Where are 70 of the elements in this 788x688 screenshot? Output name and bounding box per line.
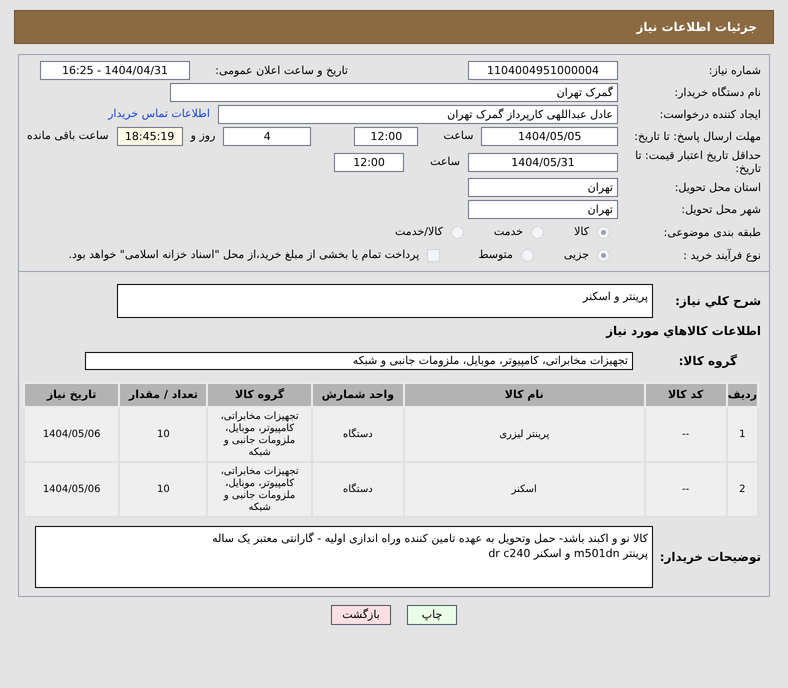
- radio-label: کالا: [574, 224, 589, 240]
- text-field[interactable]: 1404/05/31: [468, 152, 618, 172]
- text-field[interactable]: 4: [223, 127, 312, 146]
- table-cell: 10: [119, 462, 208, 517]
- radio-button[interactable]: [597, 226, 610, 238]
- field-label: استان محل تحویل:: [674, 181, 761, 194]
- radio-button[interactable]: [450, 226, 464, 238]
- radio-label: جزیی: [564, 246, 589, 263]
- field-label: گروه کالا:: [678, 353, 738, 370]
- radio-button[interactable]: [597, 248, 610, 262]
- column-header: تعداد / مقدار: [119, 383, 208, 407]
- text-area[interactable]: پرینتر و اسکنر: [117, 284, 653, 318]
- field-label: روز و: [190, 128, 216, 144]
- checkbox-label: پرداخت تمام یا بخشی از مبلغ خرید،از محل "اسناد خزانه اسلامی" خواهد بود.: [68, 246, 420, 263]
- checkbox[interactable]: [427, 248, 440, 262]
- table-cell: دستگاه: [312, 407, 404, 462]
- table-cell: دستگاه: [312, 462, 404, 517]
- print-button[interactable]: چاپ: [407, 605, 457, 625]
- text-field[interactable]: تهران: [468, 200, 618, 219]
- table-cell: تجهیزات مخابراتی، کامپیوتر، موبایل، ملزومات جانبی و شبکه: [207, 462, 312, 517]
- text-field[interactable]: 12:00: [354, 127, 418, 146]
- text-field[interactable]: 1404/05/05: [481, 127, 618, 146]
- radio-label: کالا/خدمت: [395, 224, 443, 240]
- back-button[interactable]: بازگشت: [331, 605, 391, 625]
- table-cell: اسکنر: [404, 462, 645, 517]
- table-cell: --: [644, 462, 727, 517]
- page-title: جزئیات اطلاعات نیاز: [636, 19, 757, 36]
- column-header: تاریخ نیاز: [24, 383, 120, 407]
- field-label: مهلت ارسال پاسخ: تا تاریخ:: [633, 130, 761, 143]
- field-label: شهر محل تحویل:: [680, 203, 761, 216]
- table-cell: 1: [726, 407, 758, 462]
- text-field[interactable]: 1104004951000004: [468, 61, 618, 80]
- radio-label: خدمت: [494, 224, 524, 240]
- field-label: توضیحات خریدار:: [661, 549, 761, 566]
- field-label: شماره نیاز:: [708, 64, 761, 77]
- text-field[interactable]: گمرک تهران: [170, 83, 618, 102]
- table-cell: 2: [726, 462, 758, 517]
- text-field[interactable]: تهران: [468, 178, 618, 197]
- table-cell: تجهیزات مخابراتی، کامپیوتر، موبایل، ملزومات جانبی و شبکه: [207, 407, 312, 462]
- text-field[interactable]: 12:00: [334, 152, 404, 172]
- text-area[interactable]: کالا نو و اکبند باشد- حمل وتحویل به عهده تامین کننده وراه اندازی اولیه - گارانتی معتبر یک ساله پرینتر m501dn و اسکنر dr c240: [35, 526, 653, 588]
- text-field[interactable]: عادل عبداللهی کارپرداز گمرک تهران: [218, 105, 618, 124]
- table-cell: --: [644, 407, 727, 462]
- column-header: نام کالا: [404, 383, 645, 407]
- field-label: ساعت: [430, 154, 460, 170]
- radio-label: متوسط: [478, 246, 513, 263]
- field-label: تاریخ و ساعت اعلان عمومی:: [214, 64, 348, 77]
- column-header: کد کالا: [644, 383, 727, 407]
- table-cell: 10: [119, 407, 208, 462]
- text-field[interactable]: تجهیزات مخابراتی، کامپیوتر، موبایل، ملزومات جانبی و شبکه: [85, 352, 633, 370]
- column-header: واحد شمارش: [312, 383, 404, 407]
- table-cell: پرینتر لیزری: [404, 407, 645, 462]
- field-label: طبقه بندی موضوعی:: [662, 226, 761, 238]
- text-field[interactable]: 1404/04/31 - 16:25: [40, 61, 190, 80]
- field-label: نام دستگاه خریدار:: [673, 86, 761, 99]
- field-label: ساعت باقی مانده: [27, 128, 109, 144]
- text-field[interactable]: 18:45:19: [116, 127, 183, 146]
- section-title: اطلاعات کالاهاي مورد نياز: [606, 323, 761, 340]
- column-header: گروه کالا: [207, 383, 312, 407]
- column-header: ردیف: [726, 383, 758, 407]
- field-label: نوع فرآیند خرید :: [682, 248, 761, 262]
- field-label: ایجاد کننده درخواست:: [658, 108, 761, 121]
- radio-button[interactable]: [531, 226, 544, 238]
- field-label: شرح کلي نياز:: [674, 293, 761, 310]
- table-cell: 1404/05/06: [24, 407, 120, 462]
- field-label: حداقل تاریخ اعتبار قیمت: تا تاریخ:: [634, 149, 761, 175]
- field-label: ساعت: [444, 128, 474, 144]
- radio-button[interactable]: [520, 248, 534, 262]
- table-cell: 1404/05/06: [24, 462, 120, 517]
- contact-link[interactable]: اطلاعات تماس خریدار: [108, 106, 210, 123]
